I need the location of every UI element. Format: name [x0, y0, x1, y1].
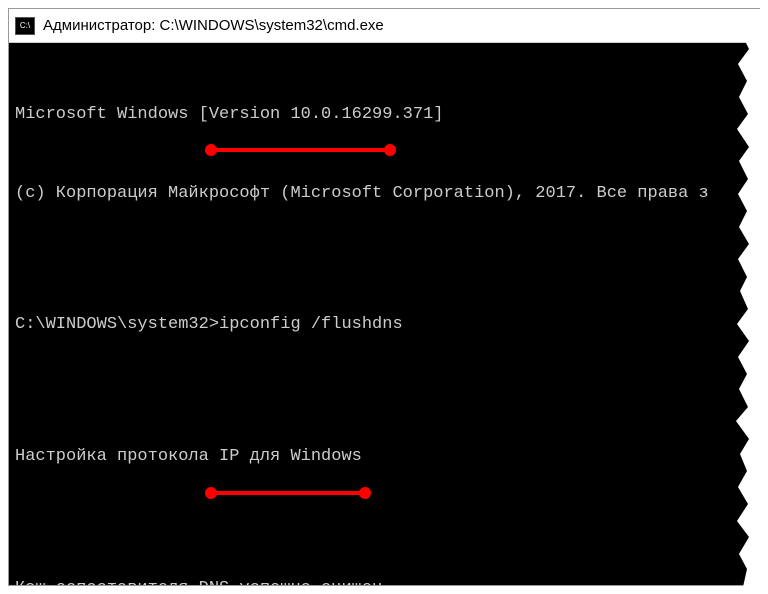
cmd-window: C:\ Администратор: C:\WINDOWS\system32\c… [8, 8, 760, 586]
term-line: Microsoft Windows [Version 10.0.16299.37… [15, 102, 753, 128]
annotation-underline [208, 148, 393, 152]
term-line: (с) Корпорация Майкрософт (Microsoft Cor… [15, 181, 753, 207]
cmd-icon: C:\ [15, 17, 35, 35]
titlebar[interactable]: C:\ Администратор: C:\WINDOWS\system32\c… [9, 9, 759, 43]
window-title: Администратор: C:\WINDOWS\system32\cmd.e… [43, 17, 384, 34]
term-line: C:\WINDOWS\system32>ipconfig /flushdns [15, 312, 753, 338]
term-line: Кэш сопоставителя DNS успешно очищен. [15, 576, 753, 585]
terminal-output[interactable]: Microsoft Windows [Version 10.0.16299.37… [9, 43, 759, 585]
term-line: Настройка протокола IP для Windows [15, 444, 753, 470]
annotation-underline [208, 491, 368, 495]
